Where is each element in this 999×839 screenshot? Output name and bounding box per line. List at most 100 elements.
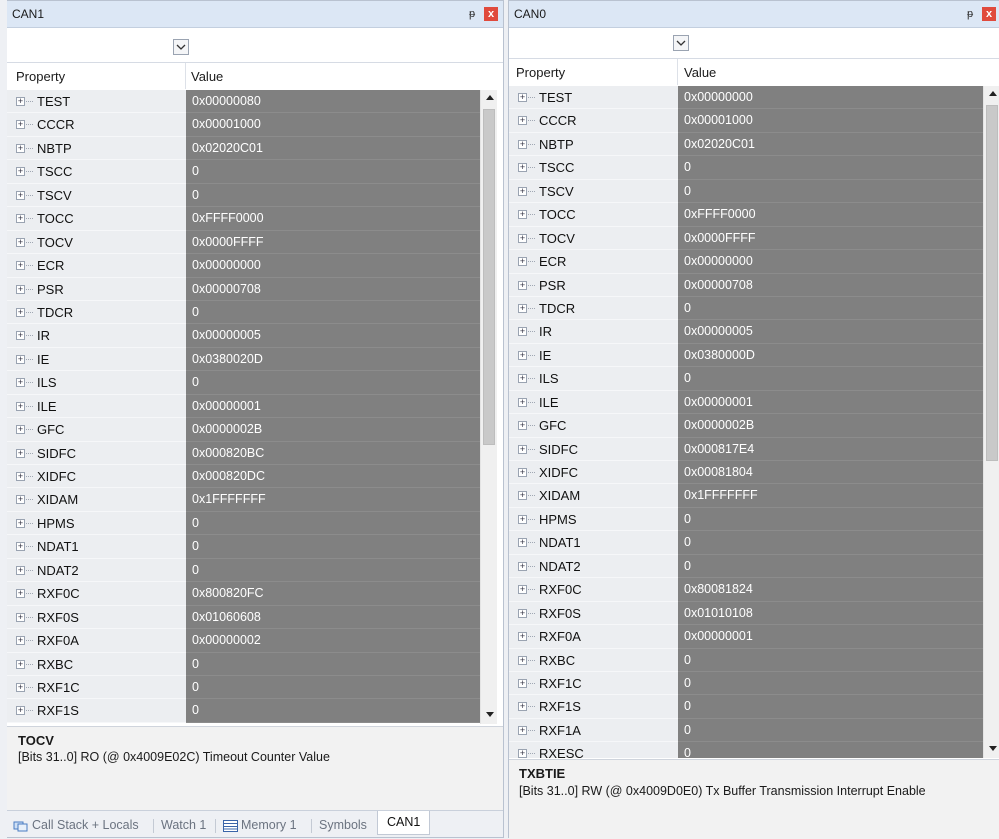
expand-plus-icon[interactable]: +: [16, 518, 25, 528]
register-value[interactable]: 0x00000080: [186, 90, 480, 114]
register-value[interactable]: 0x00001000: [678, 109, 983, 133]
expand-plus-icon[interactable]: +: [518, 632, 527, 642]
scroll-down-arrow-icon[interactable]: [481, 707, 498, 724]
register-value[interactable]: 0x0000002B: [678, 414, 983, 438]
property-cell[interactable]: + NDAT2: [7, 558, 186, 583]
tab-symbols[interactable]: Symbols: [315, 815, 371, 835]
expand-plus-icon[interactable]: +: [518, 93, 527, 102]
scroll-thumb[interactable]: [986, 105, 998, 461]
property-cell[interactable]: + RXF1S: [7, 699, 186, 723]
register-row[interactable]: + TDCR 0: [7, 300, 480, 325]
register-row[interactable]: + SIDFC 0x000817E4: [509, 437, 983, 461]
expand-plus-icon[interactable]: +: [16, 354, 25, 364]
register-row[interactable]: + RXESC 0: [509, 742, 983, 758]
register-row[interactable]: + TSCV 0: [509, 179, 983, 204]
register-row[interactable]: + XIDFC 0x000820DC: [7, 465, 480, 489]
register-value[interactable]: 0x02020C01: [678, 132, 983, 157]
register-value[interactable]: 0: [186, 558, 480, 583]
expand-plus-icon[interactable]: +: [16, 97, 25, 106]
expand-plus-icon[interactable]: +: [16, 214, 25, 224]
register-row[interactable]: + TEST 0x00000000: [509, 86, 983, 110]
expand-plus-icon[interactable]: +: [518, 702, 527, 712]
register-row[interactable]: + NBTP 0x02020C01: [7, 136, 480, 161]
expand-plus-icon[interactable]: +: [16, 167, 25, 177]
pin-icon[interactable]: ᵽ: [963, 7, 977, 21]
property-cell[interactable]: + XIDFC: [7, 465, 186, 489]
property-cell[interactable]: + ILS: [509, 367, 678, 391]
expand-plus-icon[interactable]: +: [518, 585, 527, 595]
register-value[interactable]: 0x1FFFFFFF: [186, 488, 480, 512]
expand-plus-icon[interactable]: +: [518, 725, 527, 735]
register-value[interactable]: 0x0000FFFF: [186, 230, 480, 255]
register-row[interactable]: + TSCC 0: [509, 156, 983, 180]
expand-plus-icon[interactable]: +: [518, 327, 527, 337]
register-value[interactable]: 0x01010108: [678, 601, 983, 626]
expand-plus-icon[interactable]: +: [518, 350, 527, 360]
register-value[interactable]: 0: [678, 554, 983, 579]
register-value[interactable]: 0x800820FC: [186, 582, 480, 606]
register-value[interactable]: 0x0380020D: [186, 347, 480, 372]
property-column-header[interactable]: Property: [516, 65, 565, 80]
property-cell[interactable]: + TDCR: [7, 300, 186, 325]
property-cell[interactable]: + RXF0S: [7, 605, 186, 630]
property-column-header[interactable]: Property: [16, 69, 65, 84]
property-cell[interactable]: + RXF1A: [509, 718, 678, 743]
expand-plus-icon[interactable]: +: [518, 608, 527, 618]
value-column-header[interactable]: Value: [684, 65, 716, 80]
property-cell[interactable]: + TEST: [7, 90, 186, 114]
register-value[interactable]: 0: [186, 675, 480, 700]
register-value[interactable]: 0: [186, 535, 480, 559]
property-cell[interactable]: + SIDFC: [7, 441, 186, 465]
register-row[interactable]: + TOCV 0x0000FFFF: [509, 226, 983, 251]
property-cell[interactable]: + SIDFC: [509, 437, 678, 461]
close-icon[interactable]: x: [982, 7, 996, 21]
register-value[interactable]: 0x00081804: [678, 461, 983, 485]
register-row[interactable]: + SIDFC 0x000820BC: [7, 441, 480, 465]
property-cell[interactable]: + NBTP: [509, 132, 678, 157]
expand-plus-icon[interactable]: +: [16, 682, 25, 692]
property-cell[interactable]: + CCCR: [509, 109, 678, 133]
register-value[interactable]: 0x02020C01: [186, 136, 480, 161]
register-value[interactable]: 0x00001000: [186, 113, 480, 137]
register-value[interactable]: 0x0000FFFF: [678, 226, 983, 251]
register-row[interactable]: + RXF0S 0x01010108: [509, 601, 983, 626]
property-cell[interactable]: + NDAT1: [7, 535, 186, 559]
register-row[interactable]: + TEST 0x00000080: [7, 90, 480, 114]
property-cell[interactable]: + RXF0A: [509, 625, 678, 649]
expand-plus-icon[interactable]: +: [518, 116, 527, 126]
register-value[interactable]: 0: [186, 511, 480, 536]
property-cell[interactable]: + RXF1S: [509, 695, 678, 719]
register-row[interactable]: + PSR 0x00000708: [7, 277, 480, 301]
value-column-header[interactable]: Value: [191, 69, 223, 84]
register-row[interactable]: + IR 0x00000005: [509, 320, 983, 344]
property-cell[interactable]: + ECR: [509, 250, 678, 274]
expand-plus-icon[interactable]: +: [16, 284, 25, 294]
register-value[interactable]: 0x00000708: [186, 277, 480, 301]
can0-scrollbar[interactable]: [983, 86, 999, 758]
register-row[interactable]: + TOCV 0x0000FFFF: [7, 230, 480, 255]
register-row[interactable]: + RXF0C 0x800820FC: [7, 582, 480, 606]
register-row[interactable]: + RXF1C 0: [509, 671, 983, 696]
property-cell[interactable]: + TOCV: [7, 230, 186, 255]
register-value[interactable]: 0: [186, 652, 480, 676]
register-value[interactable]: 0x00000005: [678, 320, 983, 344]
expand-plus-icon[interactable]: +: [518, 374, 527, 384]
property-cell[interactable]: + XIDAM: [7, 488, 186, 512]
expand-plus-icon[interactable]: +: [518, 233, 527, 243]
property-cell[interactable]: + TSCC: [509, 156, 678, 180]
property-cell[interactable]: + GFC: [7, 418, 186, 442]
expand-plus-icon[interactable]: +: [518, 210, 527, 220]
register-value[interactable]: 0x00000001: [678, 390, 983, 415]
property-cell[interactable]: + RXF1C: [509, 671, 678, 696]
register-row[interactable]: + TOCC 0xFFFF0000: [7, 207, 480, 231]
property-cell[interactable]: + RXBC: [7, 652, 186, 676]
tab-watch-1[interactable]: Watch 1: [157, 815, 210, 835]
expand-plus-icon[interactable]: +: [16, 378, 25, 388]
register-value[interactable]: 0x0000002B: [186, 418, 480, 442]
register-row[interactable]: + GFC 0x0000002B: [7, 418, 480, 442]
property-cell[interactable]: + GFC: [509, 414, 678, 438]
register-row[interactable]: + RXF0S 0x01060608: [7, 605, 480, 630]
register-value[interactable]: 0xFFFF0000: [678, 203, 983, 227]
property-cell[interactable]: + NBTP: [7, 136, 186, 161]
property-cell[interactable]: + PSR: [509, 273, 678, 297]
